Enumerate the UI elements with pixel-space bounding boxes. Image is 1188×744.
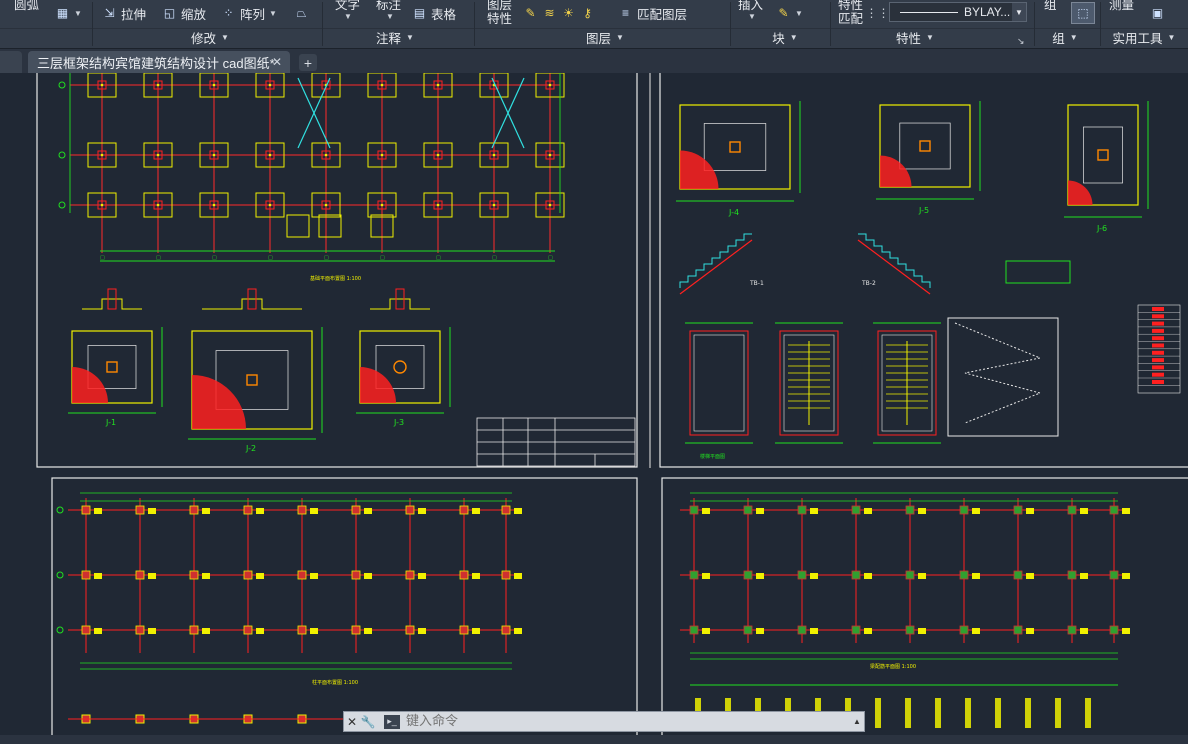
beam-plan-title: 梁配筋平面图 1:100	[870, 663, 916, 670]
svg-text:TB-2: TB-2	[861, 280, 876, 287]
svg-text:□: □	[492, 255, 497, 261]
layer-freeze-icon: ☀	[563, 6, 574, 20]
linetype-combo[interactable]: BYLAY... ▼	[889, 2, 1027, 22]
svg-text:□: □	[436, 255, 441, 261]
svg-text:J-3: J-3	[393, 418, 404, 427]
stretch-icon: ⇲	[104, 6, 115, 20]
dimension-dropdown-icon[interactable]: ▼	[386, 6, 394, 26]
calculator-button[interactable]: ▣	[1150, 3, 1169, 23]
linetype-icon: ⋮⋮	[865, 6, 890, 20]
svg-text:J-2: J-2	[245, 444, 256, 453]
table-button[interactable]: ▤ 表格	[412, 3, 456, 23]
group-panel-title[interactable]: 组 ▼	[1040, 29, 1090, 46]
svg-text:□: □	[268, 255, 273, 261]
layer-properties-label: 特性	[487, 11, 513, 26]
block-edit-button[interactable]: ✎ ▼	[776, 3, 802, 23]
svg-text:J-1: J-1	[105, 418, 116, 427]
document-tab[interactable]: 三层框架结构宾馆建筑结构设计 cad图纸* ✕	[28, 51, 290, 73]
svg-text:□: □	[156, 255, 161, 261]
layer-lock-icon: ⚷	[583, 6, 592, 20]
svg-text:J-6: J-6	[1096, 224, 1107, 233]
block-edit-icon: ✎	[778, 6, 789, 20]
layer-tools-icons[interactable]: ✎ ≋ ☀ ⚷	[523, 3, 599, 23]
block-panel-title[interactable]: 块 ▼	[745, 29, 825, 46]
utilities-panel-title[interactable]: 实用工具 ▼	[1100, 29, 1188, 46]
match-properties-label: 匹配	[838, 11, 864, 26]
array-button[interactable]: ⁘ 阵列 ▼	[221, 3, 276, 23]
arc-label: 圆弧	[14, 0, 40, 12]
file-tab-bar: 三层框架结构宾馆建筑结构设计 cad图纸* ✕ +	[0, 49, 1188, 73]
calculator-icon: ▣	[1151, 6, 1164, 20]
modify-panel-title[interactable]: 修改 ▼	[150, 29, 270, 46]
svg-text:□: □	[380, 255, 385, 261]
plus-icon: +	[303, 54, 313, 71]
offset-button[interactable]: ⏢	[294, 3, 313, 23]
offset-icon: ⏢	[296, 5, 307, 20]
layer-isolate-icon: ✎	[525, 6, 536, 20]
layers-panel-title[interactable]: 图层 ▼	[545, 29, 665, 46]
group-button[interactable]: 组	[1044, 0, 1057, 13]
cursor-icon: ⬚	[1077, 6, 1089, 20]
drawing-canvas[interactable]: □ □ □ □ □ □ □ □ □ 基础平面布置图 1:100 J-1 J-2 J-3 J-4 J-5…	[0, 73, 1188, 744]
start-tab[interactable]	[0, 51, 22, 73]
text-dropdown-icon[interactable]: ▼	[344, 6, 352, 26]
stretch-button[interactable]: ⇲ 拉伸	[102, 3, 146, 23]
svg-text:TB-1: TB-1	[749, 280, 764, 287]
properties-panel-title[interactable]: 特性 ▼	[870, 29, 960, 46]
chevron-down-icon: ▼	[1012, 3, 1026, 21]
wrench-icon[interactable]: 🔧	[360, 712, 376, 731]
hatch-button[interactable]: ▦ ▼	[55, 3, 82, 23]
foundation-plan-title: 基础平面布置图 1:100	[310, 275, 361, 282]
properties-launcher-icon[interactable]: ↘	[1017, 31, 1025, 48]
scale-icon: ◱	[163, 6, 176, 20]
chevron-up-icon[interactable]: ▲	[850, 717, 864, 726]
close-icon[interactable]: ✕	[272, 55, 282, 69]
close-icon[interactable]: ✕	[344, 712, 360, 731]
svg-text:□: □	[548, 255, 553, 261]
new-tab-button[interactable]: +	[299, 54, 317, 71]
match-layer-button[interactable]: ≡ 匹配图层	[618, 3, 687, 23]
table-icon: ▤	[413, 6, 426, 20]
measure-button[interactable]: 测量	[1109, 0, 1134, 13]
status-bar	[0, 735, 1188, 744]
svg-text:□: □	[212, 255, 217, 261]
command-input[interactable]	[404, 713, 850, 730]
column-plan-title: 柱平面布置图 1:100	[312, 679, 358, 686]
arc-button[interactable]: 圆弧	[14, 0, 39, 13]
select-group-button[interactable]: ⬚	[1071, 2, 1095, 24]
insert-dropdown-icon[interactable]: ▼	[748, 6, 756, 26]
annotation-panel-title[interactable]: 注释 ▼	[340, 29, 450, 46]
svg-text:□: □	[100, 255, 105, 261]
command-line: ✕ 🔧 ▸_ ▲	[343, 711, 865, 732]
svg-text:J-5: J-5	[918, 206, 929, 215]
prompt-icon: ▸_	[384, 714, 400, 729]
match-layer-icon: ≡	[621, 6, 629, 20]
svg-text:□: □	[324, 255, 329, 261]
ribbon: 圆弧 ▦ ▼ ⇲ 拉伸 ◱ 缩放 ⁘ 阵列 ▼ ⏢ 修改 ▼ 文字 ▼ 标注 ▼ ▤…	[0, 0, 1188, 49]
layer-off-icon: ≋	[544, 6, 555, 20]
svg-text:J-4: J-4	[728, 208, 739, 217]
scale-button[interactable]: ◱ 缩放	[162, 3, 206, 23]
array-icon: ⁘	[223, 6, 234, 20]
svg-text:楼梯平面图: 楼梯平面图	[700, 453, 725, 460]
hatch-icon: ▦	[56, 6, 69, 20]
